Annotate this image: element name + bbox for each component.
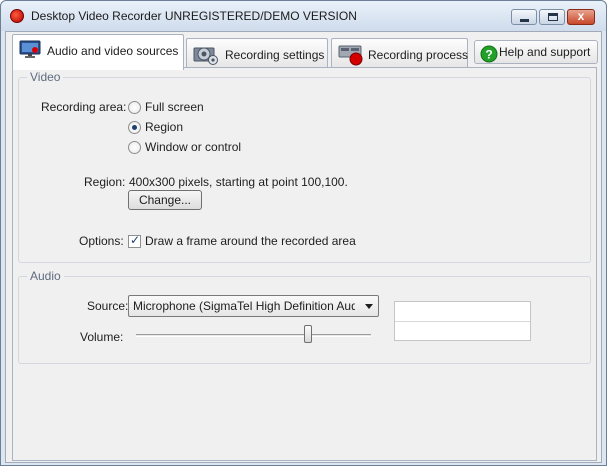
tab-label: Help and support — [499, 45, 591, 59]
tab-label: Recording settings — [225, 48, 325, 62]
options-label: Options: — [79, 234, 124, 248]
volume-slider-track[interactable] — [136, 334, 371, 337]
close-icon: x — [577, 9, 585, 23]
window-title: Desktop Video Recorder UNREGISTERED/DEMO… — [31, 9, 357, 23]
audio-group: Audio Source: Microphone (SigmaTel High … — [18, 269, 591, 364]
region-option-label[interactable]: Region — [145, 120, 183, 134]
app-window: Desktop Video Recorder UNREGISTERED/DEMO… — [0, 0, 607, 466]
tab-recording-settings[interactable]: Recording settings — [186, 38, 328, 69]
monitor-icon — [19, 40, 41, 58]
svg-text:?: ? — [485, 48, 492, 62]
volume-slider-thumb[interactable] — [303, 325, 312, 343]
video-group: Video Recording area: Full screen Region… — [18, 70, 591, 263]
window-control-radio[interactable] — [128, 141, 141, 154]
audio-source-select[interactable]: Microphone (SigmaTel High Definition Aud… — [128, 295, 379, 317]
audio-level-meter — [394, 301, 531, 341]
draw-frame-label[interactable]: Draw a frame around the recorded area — [145, 234, 356, 248]
audio-source-value: Microphone (SigmaTel High Definition Aud… — [133, 299, 355, 313]
volume-label: Volume: — [80, 330, 124, 344]
recording-area-label: Recording area: — [41, 100, 127, 114]
full-screen-label[interactable]: Full screen — [145, 100, 204, 114]
tab-label: Recording process — [368, 48, 469, 62]
chevron-down-icon — [365, 304, 373, 309]
video-legend: Video — [27, 70, 64, 84]
maximize-button[interactable] — [539, 9, 565, 25]
audio-legend: Audio — [27, 269, 64, 283]
record-icon — [338, 45, 363, 66]
meter-divider — [395, 321, 530, 322]
change-region-button[interactable]: Change... — [128, 190, 202, 210]
tab-label: Audio and video sources — [47, 44, 179, 58]
tab-panel: Video Recording area: Full screen Region… — [12, 67, 597, 461]
full-screen-radio[interactable] — [128, 101, 141, 114]
region-value: 400x300 pixels, starting at point 100,10… — [129, 175, 348, 189]
app-record-icon — [10, 9, 24, 23]
title-bar[interactable]: Desktop Video Recorder UNREGISTERED/DEMO… — [1, 1, 606, 31]
region-label: Region: — [84, 175, 126, 189]
help-support-button[interactable]: ? Help and support — [474, 40, 598, 64]
gear-icon — [193, 47, 218, 65]
tab-audio-video-sources[interactable]: Audio and video sources — [12, 34, 184, 70]
draw-frame-checkbox[interactable]: ✓ — [128, 233, 141, 248]
region-radio[interactable] — [128, 121, 141, 134]
tab-recording-process[interactable]: Recording process — [331, 38, 468, 69]
client-area: Audio and video sources Recording settin… — [5, 31, 602, 463]
close-button[interactable]: x — [567, 9, 595, 25]
minimize-icon — [520, 19, 529, 22]
help-icon: ? — [480, 45, 498, 63]
source-label: Source: — [87, 299, 129, 313]
minimize-button[interactable] — [511, 9, 537, 25]
window-control-label[interactable]: Window or control — [145, 140, 241, 154]
maximize-icon — [548, 13, 558, 21]
checkmark-icon: ✓ — [130, 233, 141, 247]
